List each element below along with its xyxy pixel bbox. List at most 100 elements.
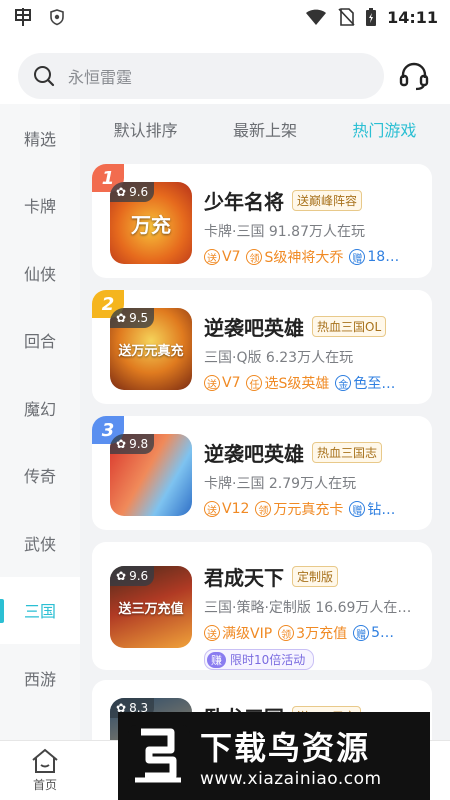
perk-text: V7 (222, 249, 241, 265)
sidebar-item-huihe[interactable]: 回合 (0, 307, 80, 375)
category-sidebar: 精选 卡牌 仙侠 回合 魔幻 传奇 武侠 三国 西游 (0, 104, 80, 740)
nav-home[interactable]: 首页 (0, 741, 90, 800)
activity-badge: 赚 限时10倍活动 (204, 649, 315, 670)
perk: 赠钻… (349, 499, 395, 519)
score-badge: ✿ 9.6 (110, 182, 155, 202)
promo-tag: 送巅峰阵容 (292, 190, 363, 211)
perk: 送 V7 (204, 249, 240, 265)
watermark-url: www.xiazainiao.com (200, 769, 382, 789)
promo-tag: 热血三国OL (312, 316, 387, 337)
perk-text: 万元真充卡 (273, 502, 344, 518)
perk: 领 3万充值 (278, 623, 347, 643)
perk-badge: 送 (204, 375, 220, 391)
search-placeholder: 永恒雷霆 (68, 68, 133, 87)
promo-tag: 定制版 (292, 566, 339, 587)
perk-row: 送 V7 领 S级神将大乔 赠 18… (204, 247, 426, 267)
status-bar: 14:11 (0, 0, 450, 34)
no-sim-icon (338, 8, 355, 26)
perk-badge: 送 (204, 249, 220, 265)
app-notification-icon (15, 8, 31, 26)
watermark-logo-icon (128, 725, 190, 787)
perk-text: 18… (367, 249, 400, 265)
sidebar-item-xiyou[interactable]: 西游 (0, 644, 80, 712)
perk-badge: 送 (204, 625, 220, 641)
game-card[interactable]: 送万元真充 2 ✿ 9.5 逆袭吧英雄 热血三国OL 三国·Q版 6.23万人在玩… (92, 290, 432, 404)
perk-row: 送 V12 领万元真充卡 赠钻… (204, 499, 426, 519)
perk-badge: 任 (246, 375, 263, 391)
icon-art-text: 送万元真充 (118, 343, 184, 359)
perk-badge: 领 (278, 625, 295, 641)
perk-text: 5… (371, 625, 394, 641)
sidebar-item-jingxuan[interactable]: 精选 (0, 104, 80, 172)
perk: 赠 18… (349, 249, 399, 265)
headset-icon (399, 62, 429, 91)
star-icon: ✿ (116, 185, 127, 199)
game-meta: 三国·策略·定制版 16.69万人在… (204, 600, 412, 616)
perk-row: 送满级VIP 领 3万充值 赠 5… (204, 623, 426, 643)
game-meta: 卡牌·三国 2.79万人在玩 (204, 476, 357, 492)
perk-text: S级神将大乔 (264, 250, 344, 266)
tab-default-sort[interactable]: 默认排序 (114, 117, 178, 141)
tab-newest[interactable]: 最新上架 (233, 117, 297, 141)
customer-service-button[interactable] (396, 58, 432, 94)
sidebar-item-mohuan[interactable]: 魔幻 (0, 374, 80, 442)
perk-badge: 领 (246, 249, 263, 265)
search-icon (34, 66, 55, 87)
score-value: 9.6 (129, 185, 149, 199)
activity-text: 限时10倍活动 (230, 653, 306, 667)
tab-hot-games[interactable]: 热门游戏 (352, 117, 416, 141)
game-name: 少年名将 (204, 190, 284, 214)
perk: 领 S级神将大乔 (246, 247, 343, 267)
perk-text: 3万充值 (296, 626, 348, 642)
nav-home-label: 首页 (32, 778, 57, 792)
perk-text: 色至… (353, 376, 396, 392)
sidebar-item-sanguo[interactable]: 三国 (0, 576, 80, 644)
perk-badge: 领 (255, 501, 272, 517)
perk: 领万元真充卡 (255, 499, 343, 519)
game-name: 逆袭吧英雄 (204, 316, 304, 340)
watermark-title: 下载鸟资源 (200, 729, 371, 767)
sidebar-item-chuanqi[interactable]: 传奇 (0, 442, 80, 510)
sidebar-item-kapai[interactable]: 卡牌 (0, 172, 80, 240)
sidebar-item-xianxia[interactable]: 仙侠 (0, 239, 80, 307)
star-icon: ✿ (116, 569, 127, 583)
perk-text: V7 (222, 375, 241, 391)
perk-text: 选S级英雄 (264, 376, 330, 392)
game-card[interactable]: 万充 1 ✿ 9.6 少年名将 送巅峰阵容 卡牌·三国 91.87万人在玩 送 V7… (92, 164, 432, 278)
perk-badge: 金 (335, 375, 352, 391)
watermark-banner: 下载鸟资源 www.xiazainiao.com (118, 712, 430, 800)
icon-art-text: 送三万充值 (118, 601, 184, 617)
sidebar-item-wuxia[interactable]: 武侠 (0, 509, 80, 577)
game-meta: 卡牌·三国 91.87万人在玩 (204, 224, 365, 240)
activity-label: 赚 (207, 651, 226, 668)
perk-badge: 赠 (353, 625, 370, 641)
perk-badge: 送 (204, 501, 220, 517)
search-row: 永恒雷霆 (0, 44, 450, 108)
perk: 送 V7 (204, 375, 240, 391)
perk-text: V12 (222, 501, 250, 517)
perk-badge: 赠 (349, 249, 366, 265)
game-list-panel: 默认排序 最新上架 热门游戏 万充 1 ✿ 9.6 少年名将 送巅峰阵容 卡牌·三… (80, 104, 450, 740)
score-badge: ✿ 9.5 (110, 308, 155, 328)
perk-text: 钻… (367, 502, 396, 518)
status-time: 14:11 (387, 7, 438, 27)
score-value: 9.5 (129, 311, 149, 325)
game-card[interactable]: 3 ✿ 9.8 逆袭吧英雄 热血三国志 卡牌·三国 2.79万人在玩 送 V12 领… (92, 416, 432, 530)
battery-icon (366, 8, 377, 26)
perk-text: 满级VIP (222, 626, 273, 642)
score-badge: ✿ 9.8 (110, 434, 155, 454)
perk: 送满级VIP (204, 623, 272, 643)
score-badge: ✿ 9.6 (110, 566, 155, 586)
game-meta: 三国·Q版 6.23万人在玩 (204, 350, 354, 366)
game-name: 君成天下 (204, 566, 284, 590)
shield-icon (50, 9, 64, 26)
score-value: 9.6 (129, 569, 149, 583)
wifi-icon (306, 9, 327, 25)
search-input[interactable]: 永恒雷霆 (18, 53, 384, 99)
perk: 送 V12 (204, 501, 249, 517)
perk: 赠 5… (353, 625, 394, 641)
game-card[interactable]: 送三万充值 ✿ 9.6 君成天下 定制版 三国·策略·定制版 16.69万人在… … (92, 542, 432, 670)
icon-art-text: 万充 (131, 212, 171, 237)
score-value: 9.8 (129, 437, 149, 451)
star-icon: ✿ (116, 437, 127, 451)
